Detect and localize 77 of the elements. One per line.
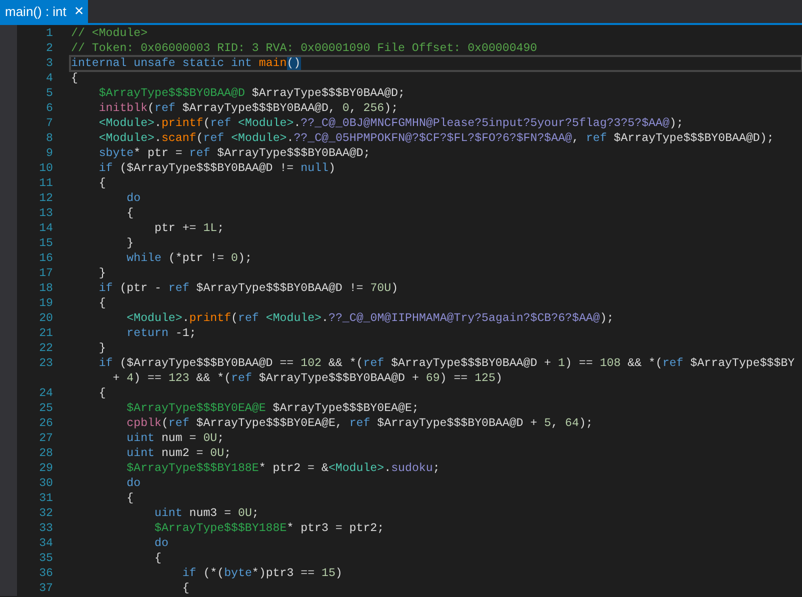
line-number: 2 xyxy=(45,41,53,56)
line-number: 23 xyxy=(38,356,53,371)
code-line: $ArrayType$$$BY188E* ptr2 = &<Module>.sudoku; xyxy=(126,461,440,476)
code-line: // <Module> xyxy=(70,26,148,41)
code-line: do xyxy=(153,536,168,551)
line-number: 15 xyxy=(38,236,53,251)
line-number: 6 xyxy=(45,101,53,116)
line-number: 13 xyxy=(38,206,53,221)
code-line: $ArrayType$$$BY0BAA@D $ArrayType$$$BY0BAA@D; xyxy=(98,86,405,101)
line-number: 29 xyxy=(38,461,53,476)
line-number: 28 xyxy=(38,446,53,461)
code-line: { xyxy=(126,491,134,506)
code-line: if (*(byte*)ptr3 == 15) xyxy=(181,566,342,581)
line-number: 7 xyxy=(45,116,53,131)
code-line: internal unsafe static int main() xyxy=(70,56,802,71)
line-number: 36 xyxy=(38,566,53,581)
line-number: 11 xyxy=(38,176,53,191)
code-line: if ($ArrayType$$$BY0BAA@D != null) xyxy=(98,161,336,176)
code-line: <Module>.printf(ref <Module>.??_C@_0M@IIPHMAMA@Try?5again?$CB?6?$AA@); xyxy=(126,311,614,326)
code-line: } xyxy=(98,266,106,281)
code-line: } xyxy=(98,341,106,356)
line-number: 18 xyxy=(38,281,53,296)
line-number: 37 xyxy=(38,581,53,596)
line-number: 35 xyxy=(38,551,53,566)
editor-tab[interactable]: main() : int × xyxy=(0,0,88,23)
line-number: 32 xyxy=(38,506,53,521)
line-number: 24 xyxy=(38,386,53,401)
code-line: { xyxy=(98,296,106,311)
code-line: // Token: 0x06000003 RID: 3 RVA: 0x00001090 File Offset: 0x00000490 xyxy=(70,41,538,56)
line-number: 26 xyxy=(38,416,53,431)
code-line: <Module>.printf(ref <Module>.??_C@_0BJ@MNCFGMHN@Please?5input?5your?5flag?3?5?$AA@); xyxy=(98,116,684,131)
line-number: 10 xyxy=(38,161,53,176)
code-line: { xyxy=(98,176,106,191)
code-line: { xyxy=(70,71,78,86)
code-line: + 4) == 123 && *(ref $ArrayType$$$BY0BAA@D + 69) == 125) xyxy=(112,371,502,386)
code-line: { xyxy=(126,206,134,221)
line-number: 4 xyxy=(45,71,53,86)
line-number: 33 xyxy=(38,521,53,536)
code-line: { xyxy=(181,581,190,596)
line-number: 22 xyxy=(38,341,53,356)
code-line: initblk(ref $ArrayType$$$BY0BAA@D, 0, 256); xyxy=(98,101,398,116)
line-number: 19 xyxy=(38,296,53,311)
line-number: 34 xyxy=(38,536,53,551)
line-number: 5 xyxy=(45,86,53,101)
code-line: if (ptr - ref $ArrayType$$$BY0BAA@D != 70U) xyxy=(98,281,398,296)
line-number: 16 xyxy=(38,251,53,266)
code-line: $ArrayType$$$BY188E* ptr3 = ptr2; xyxy=(153,521,384,536)
code-line: do xyxy=(126,476,141,491)
line-number: 12 xyxy=(38,191,53,206)
line-number: 9 xyxy=(45,146,53,161)
line-number: 3 xyxy=(45,56,53,71)
code-line: return -1; xyxy=(126,326,196,341)
line-number: 20 xyxy=(38,311,53,326)
code-line: ptr += 1L; xyxy=(153,221,224,236)
code-line: if ($ArrayType$$$BY0BAA@D == 102 && *(ref $ArrayType$$$BY0BAA@D + 1) == 108 && *(ref $ArrayType$$$BY xyxy=(98,356,795,371)
line-number: 14 xyxy=(38,221,53,236)
code-line: uint num3 = 0U; xyxy=(153,506,259,521)
line-number: 31 xyxy=(38,491,53,506)
line-number: 25 xyxy=(38,401,53,416)
code-line: <Module>.scanf(ref <Module>.??_C@_05HPMPOKFN@?$CF?$FL?$FO?6?$FN?$AA@, ref $ArrayType$$$BY0BAA@D); xyxy=(98,131,774,146)
code-line: uint num2 = 0U; xyxy=(126,446,232,461)
code-line: { xyxy=(98,386,106,401)
code-line: sbyte* ptr = ref $ArrayType$$$BY0BAA@D; xyxy=(98,146,370,161)
close-button[interactable]: × xyxy=(74,4,84,20)
line-number: 30 xyxy=(38,476,53,491)
line-number: 27 xyxy=(38,431,53,446)
code-line: } xyxy=(126,236,134,251)
code-line: { xyxy=(153,551,162,566)
line-number: 21 xyxy=(38,326,53,341)
code-line: do xyxy=(126,191,141,206)
line-number: 17 xyxy=(38,266,53,281)
line-number: 8 xyxy=(45,131,53,146)
line-number: 1 xyxy=(45,26,53,41)
code-line: cpblk(ref $ArrayType$$$BY0EA@E, ref $ArrayType$$$BY0BAA@D + 5, 64); xyxy=(126,416,593,431)
code-line: while (*ptr != 0); xyxy=(126,251,252,266)
code-line: uint num = 0U; xyxy=(126,431,224,446)
code-line: $ArrayType$$$BY0EA@E $ArrayType$$$BY0EA@E; xyxy=(126,401,419,416)
